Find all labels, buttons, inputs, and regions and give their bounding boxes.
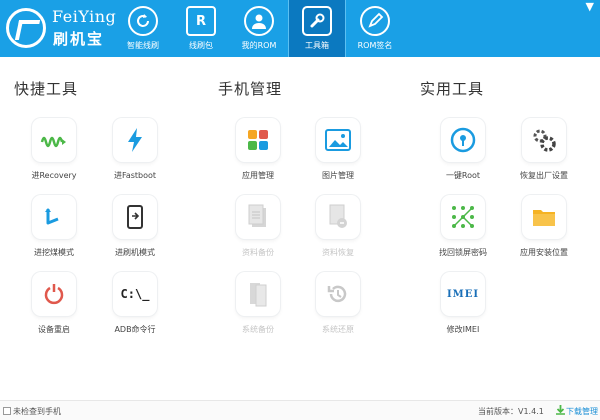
tool-label: 进Recovery	[31, 171, 77, 180]
brand-name-cn: 刷机宝	[53, 30, 105, 48]
tool-label: 进刷机模式	[115, 248, 155, 257]
tool-label: 进挖煤模式	[34, 248, 74, 257]
tool-label: ADB命令行	[114, 325, 156, 334]
tool-label: 资料恢复	[322, 248, 354, 257]
recovery-wave-icon	[32, 118, 76, 162]
lightning-icon	[113, 118, 157, 162]
tool-label: 应用安装位置	[520, 248, 568, 257]
package-r-icon: R	[186, 6, 216, 36]
refresh-icon	[128, 6, 158, 36]
window-control-icon[interactable]: ▼	[586, 0, 594, 13]
apps-grid-icon	[236, 118, 280, 162]
system-backup-icon	[236, 272, 280, 316]
tool-recover-lock-password[interactable]: 找回锁屏密码	[423, 195, 503, 275]
tool-one-click-root[interactable]: 一键Root	[423, 118, 503, 198]
tool-system-restore[interactable]: 系统还原	[298, 272, 378, 352]
download-icon[interactable]	[556, 405, 565, 415]
download-mode-icon	[32, 195, 76, 239]
tab-my-rom[interactable]: 我的ROM	[230, 0, 288, 57]
tool-label: 资料备份	[242, 248, 274, 257]
tool-app-install-location[interactable]: 应用安装位置	[504, 195, 584, 275]
document-restore-icon	[316, 195, 360, 239]
tool-enter-download-mode[interactable]: 进挖煤模式	[14, 195, 94, 275]
user-icon	[244, 6, 274, 36]
section-title-quick: 快捷工具	[14, 80, 79, 98]
tool-enter-recovery[interactable]: 进Recovery	[14, 118, 94, 198]
version-text: 当前版本：V1.4.1	[478, 407, 544, 416]
wrench-icon	[302, 6, 332, 36]
imei-pen-icon: IMEI	[441, 272, 485, 316]
tab-flash-package-label: 线刷包	[189, 41, 213, 50]
section-title-phone: 手机管理	[218, 80, 283, 98]
document-backup-icon	[236, 195, 280, 239]
terminal-glyph: C:\_	[120, 287, 150, 301]
tab-rom-sign-label: ROM签名	[357, 41, 393, 50]
tool-label: 一键Root	[445, 171, 481, 180]
tool-enter-flash-mode[interactable]: 进刷机模式	[95, 195, 175, 275]
tool-app-manager[interactable]: 应用管理	[218, 118, 298, 198]
tool-data-backup[interactable]: 资料备份	[218, 195, 298, 275]
tool-label: 修改IMEI	[446, 325, 480, 334]
root-lock-icon	[441, 118, 485, 162]
tool-modify-imei[interactable]: IMEI 修改IMEI	[423, 272, 503, 352]
tool-label: 应用管理	[242, 171, 274, 180]
tab-smart-flash[interactable]: 智能线刷	[114, 0, 172, 57]
tab-toolbox-label: 工具箱	[305, 41, 329, 50]
device-status-text: 未检查到手机	[13, 407, 61, 416]
tool-device-restart[interactable]: 设备重启	[14, 272, 94, 352]
tool-label: 系统备份	[242, 325, 274, 334]
system-restore-icon	[316, 272, 360, 316]
tool-label: 恢复出厂设置	[520, 171, 568, 180]
tab-rom-sign[interactable]: ROM签名	[346, 0, 404, 57]
folder-icon	[522, 195, 566, 239]
feiying-logo-icon	[6, 8, 46, 48]
pattern-lock-icon	[441, 195, 485, 239]
image-icon	[316, 118, 360, 162]
app-logo: FeiYing 刷机宝	[6, 6, 116, 52]
restart-icon	[32, 272, 76, 316]
imei-glyph: IMEI	[446, 288, 480, 300]
tab-my-rom-label: 我的ROM	[241, 41, 277, 50]
tool-label: 进Fastboot	[113, 171, 157, 180]
tool-system-backup[interactable]: 系统备份	[218, 272, 298, 352]
tool-data-restore[interactable]: 资料恢复	[298, 195, 378, 275]
tab-toolbox[interactable]: 工具箱	[288, 0, 346, 57]
download-manager-link[interactable]: 下载管理	[566, 406, 598, 417]
tool-image-manager[interactable]: 图片管理	[298, 118, 378, 198]
flash-mode-phone-icon	[113, 195, 157, 239]
tab-flash-package[interactable]: R 线刷包	[172, 0, 230, 57]
tool-label: 系统还原	[322, 325, 354, 334]
tool-label: 找回锁屏密码	[439, 248, 487, 257]
tool-enter-fastboot[interactable]: 进Fastboot	[95, 118, 175, 198]
brand-name-en: FeiYing	[52, 7, 117, 26]
tool-adb-command-line[interactable]: C:\_ ADB命令行	[95, 272, 175, 352]
tool-label: 图片管理	[322, 171, 354, 180]
terminal-icon: C:\_	[113, 272, 157, 316]
section-title-utility: 实用工具	[420, 80, 485, 98]
tool-label: 设备重启	[38, 325, 70, 334]
device-check-icon	[3, 407, 11, 415]
gears-icon	[522, 118, 566, 162]
main-nav: 智能线刷 R 线刷包 我的ROM 工具箱 ROM签名	[114, 0, 404, 57]
status-bar: 未检查到手机 当前版本：V1.4.1 下载管理	[0, 400, 600, 420]
tab-smart-flash-label: 智能线刷	[127, 41, 159, 50]
tool-factory-reset[interactable]: 恢复出厂设置	[504, 118, 584, 198]
top-bar: FeiYing 刷机宝 智能线刷 R 线刷包 我的ROM 工具箱 ROM签名 ▼	[0, 0, 600, 57]
pen-icon	[360, 6, 390, 36]
